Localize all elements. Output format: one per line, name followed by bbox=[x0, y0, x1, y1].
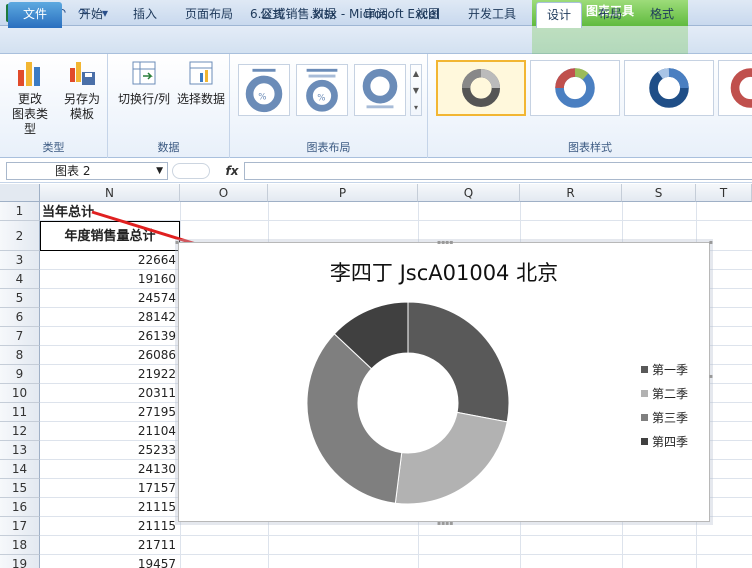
doughnut-chart[interactable]: ▪▪▪▪ ▪▪▪▪ ▪ ▪ ▪ 李四丁 JscA01004 北京 第一季 第二季第… bbox=[175, 239, 713, 527]
legend-item[interactable]: 第一季 bbox=[641, 357, 688, 381]
chart-legend[interactable]: 第一季第二季第三季第四季 bbox=[641, 357, 688, 453]
legend-item[interactable]: 第四季 bbox=[641, 429, 688, 453]
legend-swatch bbox=[641, 437, 648, 445]
legend-label: 第一季 bbox=[652, 362, 689, 377]
legend-swatch bbox=[641, 413, 648, 421]
doughnut-slice-2[interactable] bbox=[394, 411, 508, 505]
doughnut-plot[interactable] bbox=[179, 243, 711, 523]
legend-item[interactable]: 第三季 bbox=[641, 405, 688, 429]
legend-label: 第四季 bbox=[652, 434, 689, 449]
doughnut-slice-3[interactable] bbox=[306, 333, 403, 504]
legend-item[interactable]: 第二季 bbox=[641, 381, 688, 405]
legend-swatch bbox=[641, 365, 648, 373]
legend-label: 第三季 bbox=[652, 410, 689, 425]
doughnut-slice-1[interactable] bbox=[407, 301, 510, 423]
legend-swatch bbox=[641, 389, 648, 397]
legend-label: 第二季 bbox=[652, 386, 689, 401]
